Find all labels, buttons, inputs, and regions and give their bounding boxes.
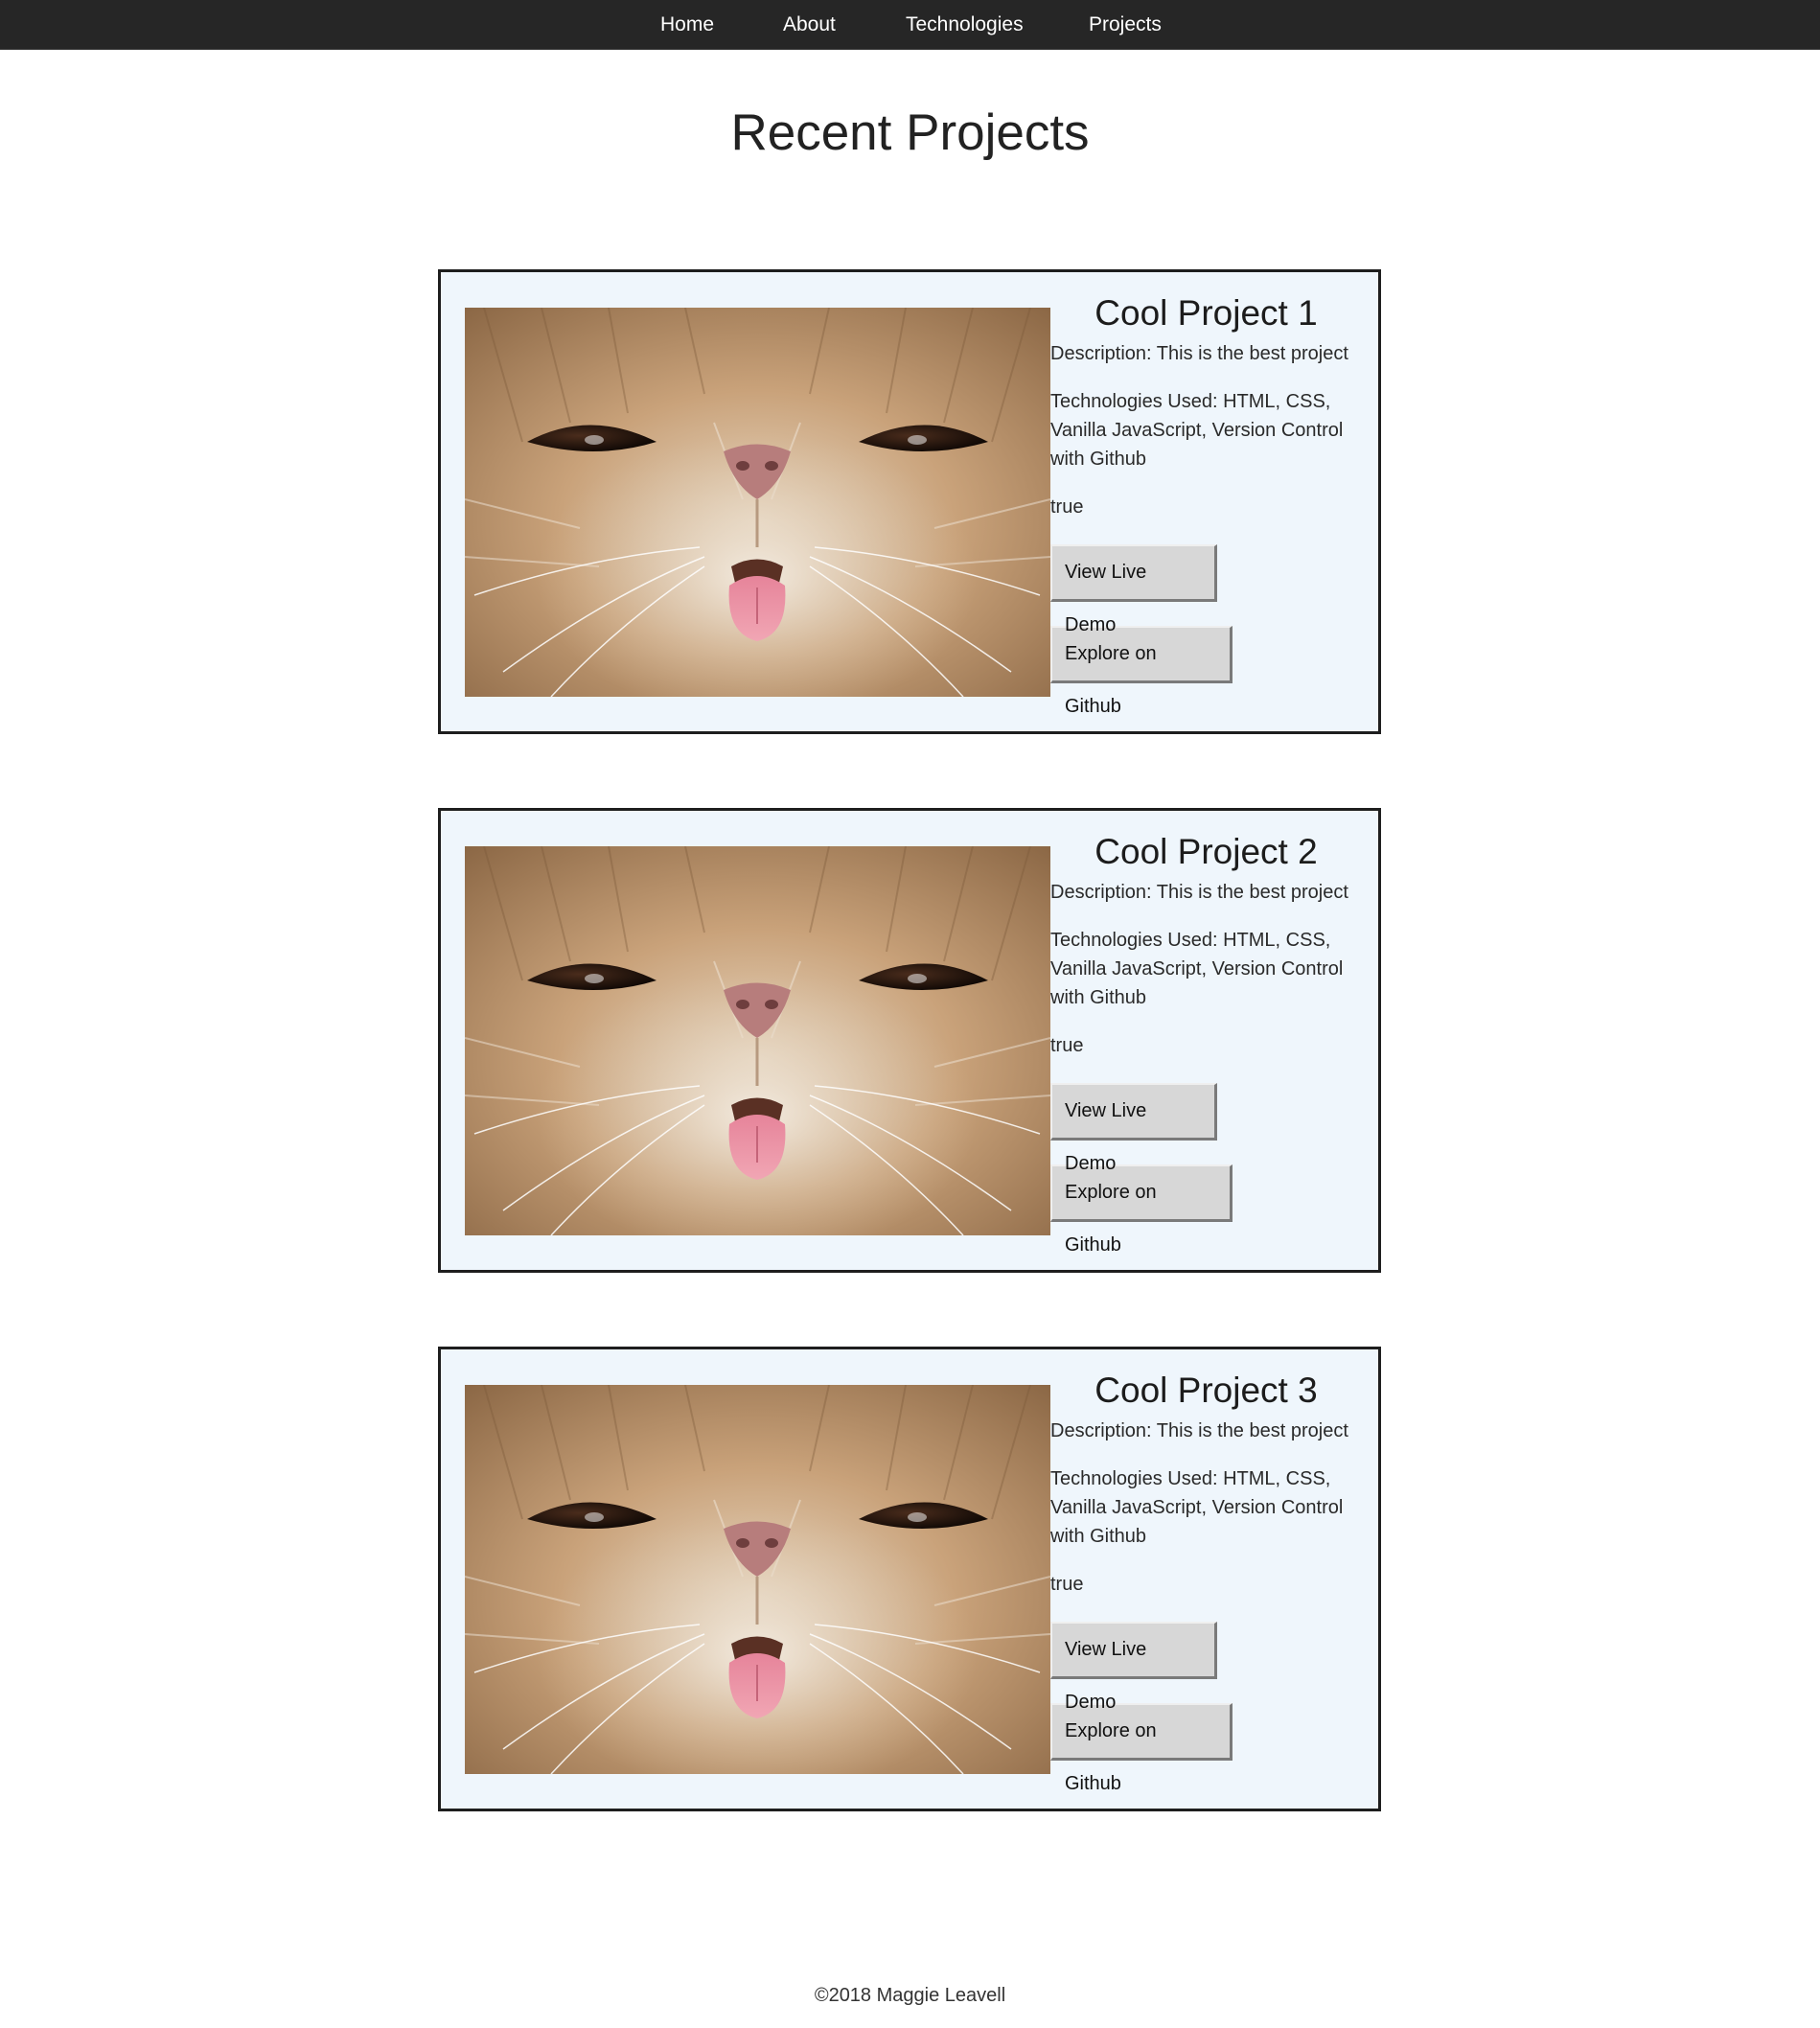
project-image (465, 1385, 1050, 1774)
project-info: Cool Project 2 Description: This is the … (1050, 832, 1362, 1256)
top-navbar: Home About Technologies Projects (0, 0, 1820, 50)
project-card: Cool Project 1 Description: This is the … (438, 269, 1381, 734)
project-image (465, 846, 1050, 1235)
project-title: Cool Project 3 (1094, 1371, 1318, 1410)
view-live-demo-button[interactable]: View Live Demo (1050, 1083, 1217, 1174)
project-technologies: Technologies Used: HTML, CSS, Vanilla Ja… (1050, 1468, 1344, 1547)
view-live-demo-button[interactable]: View Live Demo (1050, 1622, 1217, 1713)
project-title: Cool Project 2 (1094, 832, 1318, 871)
project-image (465, 308, 1050, 697)
footer-copyright: ©2018 Maggie Leavell (814, 1985, 1006, 2006)
project-description: Description: This is the best project (1050, 882, 1348, 903)
project-technologies: Technologies Used: HTML, CSS, Vanilla Ja… (1050, 391, 1344, 470)
explore-github-button[interactable]: Explore on Github (1050, 1703, 1233, 1794)
project-card: Cool Project 2 Description: This is the … (438, 808, 1381, 1273)
project-description: Description: This is the best project (1050, 1420, 1348, 1441)
nav-link-home[interactable]: Home (660, 0, 714, 49)
project-card: Cool Project 3 Description: This is the … (438, 1347, 1381, 1811)
view-live-demo-button[interactable]: View Live Demo (1050, 544, 1217, 635)
project-flag-text: true (1050, 496, 1084, 518)
explore-github-button[interactable]: Explore on Github (1050, 1164, 1233, 1256)
nav-link-about[interactable]: About (783, 0, 836, 49)
page-title: Recent Projects (730, 104, 1090, 161)
nav-link-technologies[interactable]: Technologies (906, 0, 1024, 49)
project-info: Cool Project 3 Description: This is the … (1050, 1371, 1362, 1794)
project-technologies: Technologies Used: HTML, CSS, Vanilla Ja… (1050, 930, 1344, 1008)
project-info: Cool Project 1 Description: This is the … (1050, 293, 1362, 717)
project-flag-text: true (1050, 1574, 1084, 1595)
project-title: Cool Project 1 (1094, 293, 1318, 333)
nav-link-projects[interactable]: Projects (1089, 0, 1162, 49)
explore-github-button[interactable]: Explore on Github (1050, 626, 1233, 717)
project-description: Description: This is the best project (1050, 343, 1348, 364)
project-flag-text: true (1050, 1035, 1084, 1056)
